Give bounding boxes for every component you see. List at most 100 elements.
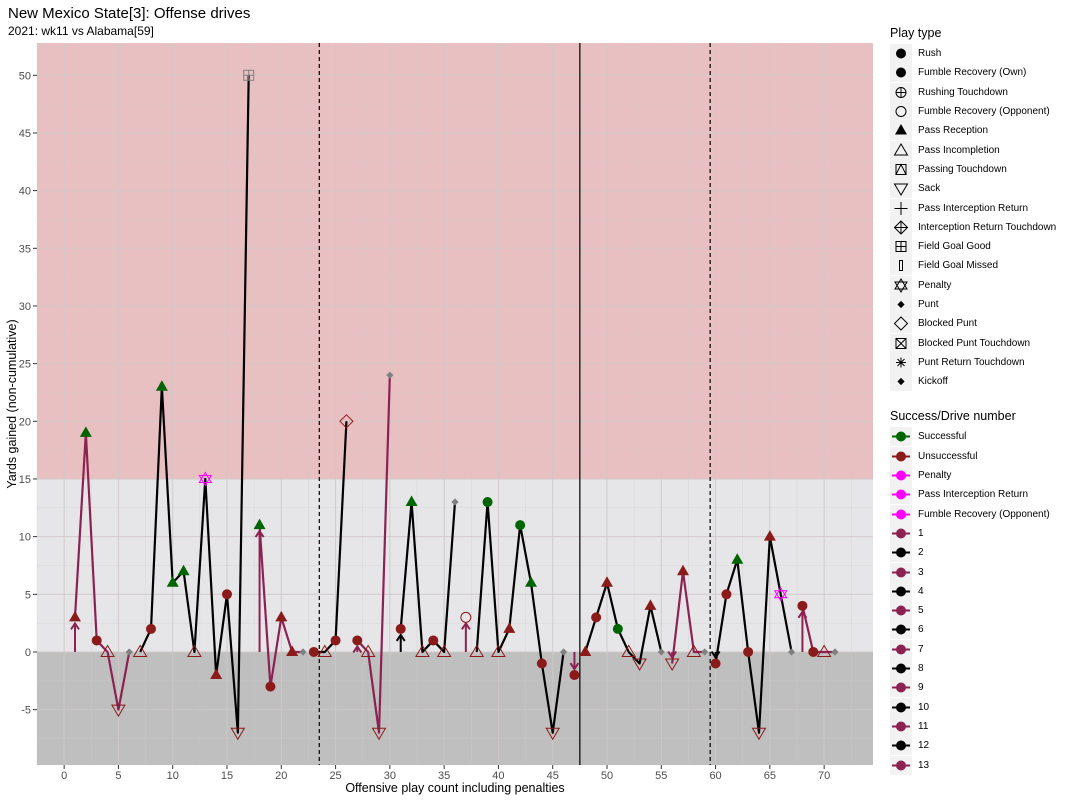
legend-success-13: 9: [890, 678, 1065, 698]
y-tick-label: 20: [19, 416, 31, 428]
legend-play-type-14: Blocked Punt: [890, 314, 1065, 334]
data-point-play-61: [721, 589, 732, 600]
legend-success-label: 1: [918, 527, 924, 539]
legend-play-type-label: Punt: [918, 299, 939, 310]
data-point-play-49: [591, 612, 602, 623]
legend-play-type-0: Rush: [890, 44, 1065, 64]
legend-success-label: 8: [918, 663, 924, 675]
legend-play-type-label: Passing Touchdown: [918, 163, 1007, 175]
legend-success-key-icon: [890, 504, 912, 524]
legend-success-1: Unsuccessful: [890, 446, 1065, 466]
legend-play-type-10: Field Goal Good: [890, 237, 1065, 257]
legend-success-label: 6: [918, 624, 924, 636]
legend-success-key-icon: [890, 543, 912, 563]
legend-play-type-key-icon: [890, 275, 912, 295]
x-tick-label: 50: [601, 770, 613, 782]
legend-play-type-15: Blocked Punt Touchdown: [890, 333, 1065, 353]
legend-success-3: Pass Interception Return: [890, 485, 1065, 505]
legend-play-type-label: Rush: [918, 48, 942, 60]
y-tick-label: 30: [19, 301, 31, 313]
legend-play-type-key-icon: [890, 179, 912, 199]
y-tick-label: 40: [19, 186, 31, 198]
legend-play-type-key-icon: [890, 295, 912, 314]
legend-success-key-icon: [890, 581, 912, 601]
data-point-play-15: [222, 589, 232, 600]
legend-play-type-label: Rushing Touchdown: [918, 86, 1008, 98]
data-point-play-3: [91, 635, 102, 646]
legend-play-type-key-icon: [890, 198, 912, 218]
legend-play-type-13: Punt: [890, 295, 1065, 314]
legend-play-type-key-icon: [890, 372, 912, 392]
y-tick-label: 50: [19, 70, 31, 82]
legend-play-type-1: Fumble Recovery (Own): [890, 63, 1065, 83]
legend-success-key-icon: [890, 736, 912, 756]
legend-play-type-label: Sack: [918, 183, 941, 195]
data-point-play-60: [710, 658, 721, 669]
legend-success-10: 6: [890, 620, 1065, 640]
legend-success-label: Pass Interception Return: [918, 489, 1029, 501]
legend-success-15: 11: [890, 716, 1065, 736]
legend-play-type-key-icon: [890, 314, 912, 334]
legend-play-type-2: Rushing Touchdown: [890, 82, 1065, 102]
legend-play-type-label: Blocked Punt: [918, 318, 977, 330]
legend-play-type-label: Fumble Recovery (Opponent): [918, 106, 1050, 118]
legend-play-type-9: Interception Return Touchdown: [890, 217, 1065, 237]
legend-play-type-key-icon: [890, 237, 912, 257]
legend-success-label: Fumble Recovery (Opponent): [918, 508, 1050, 520]
legend-play-type-label: Kickoff: [918, 376, 948, 388]
data-point-play-23: [308, 646, 319, 657]
legend-play-type-key-icon: [890, 140, 912, 160]
legend-play-type-12: Penalty: [890, 275, 1065, 295]
legend-success-7: 3: [890, 562, 1065, 582]
legend-success-label: Successful: [918, 431, 967, 443]
y-tick-label: 35: [19, 243, 31, 255]
data-point-play-68: [797, 600, 808, 611]
legend-play-type-key-icon: [890, 217, 912, 237]
legend-success-key-icon: [890, 755, 912, 775]
legend-play-type-key-icon: [890, 44, 912, 64]
legend-success-11: 7: [890, 639, 1065, 659]
legend-play-type-label: Blocked Punt Touchdown: [918, 337, 1031, 349]
legend-success-key-icon: [890, 446, 912, 466]
data-point-play-47: [569, 670, 580, 681]
legend-success-label: Unsuccessful: [918, 450, 978, 462]
data-point-play-25: [330, 635, 341, 646]
legend-play-type-5: Pass Incompletion: [890, 140, 1065, 160]
legend-success-label: 7: [918, 643, 924, 655]
legend-play-types: Rush Fumble Recovery (Own) Rushing Touchdo…: [890, 44, 1065, 392]
legend-success-items: Successful Unsuccessful Penalty Pass Interc…: [890, 427, 1065, 775]
legend-play-type-title: Play type: [890, 26, 942, 40]
legend-success-key-icon: [890, 659, 912, 679]
legend-play-type-7: Sack: [890, 179, 1065, 199]
legend-play-type-key-icon: [890, 256, 912, 276]
data-point-play-63: [743, 646, 754, 657]
x-tick-label: 10: [167, 770, 179, 782]
y-tick-label: 25: [19, 359, 31, 371]
legend-success-key-icon: [890, 427, 912, 447]
legend-success-14: 10: [890, 697, 1065, 717]
legend-success-label: 11: [918, 720, 929, 732]
legend-success-label: 12: [918, 740, 930, 752]
data-point-play-42: [515, 520, 526, 531]
data-point-play-69: [808, 646, 819, 657]
legend-play-type-4: Pass Reception: [890, 121, 1065, 141]
y-axis-label: Yards gained (non-cumulative): [5, 319, 19, 488]
data-point-play-51: [612, 623, 623, 634]
data-point-play-31: [395, 623, 406, 634]
legend-success-9: 5: [890, 601, 1065, 621]
legend-success-key-icon: [890, 620, 912, 640]
legend-success-label: 4: [918, 585, 924, 597]
legend-play-type-label: Pass Reception: [918, 125, 989, 137]
drive-chart: 0 5 10 15 20 25 30 35 40 45 50 55 60 65 70 -5 0 5 10 15 20 25…: [5, 43, 873, 795]
legend-play-type-label: Punt Return Touchdown: [918, 356, 1025, 368]
y-tick-label: 10: [19, 532, 31, 544]
y-tick-label: -5: [21, 705, 31, 717]
x-tick-label: 25: [329, 770, 341, 782]
data-point-play-19: [265, 681, 276, 692]
x-tick-label: 55: [655, 770, 667, 782]
x-axis-label: Offensive play count including penalties: [345, 781, 564, 795]
legend-play-type-11: Field Goal Missed: [890, 256, 1065, 276]
legend-success-12: 8: [890, 659, 1065, 679]
legend-success-key-icon: [890, 639, 912, 659]
legend-play-type-key-icon: [890, 333, 912, 353]
